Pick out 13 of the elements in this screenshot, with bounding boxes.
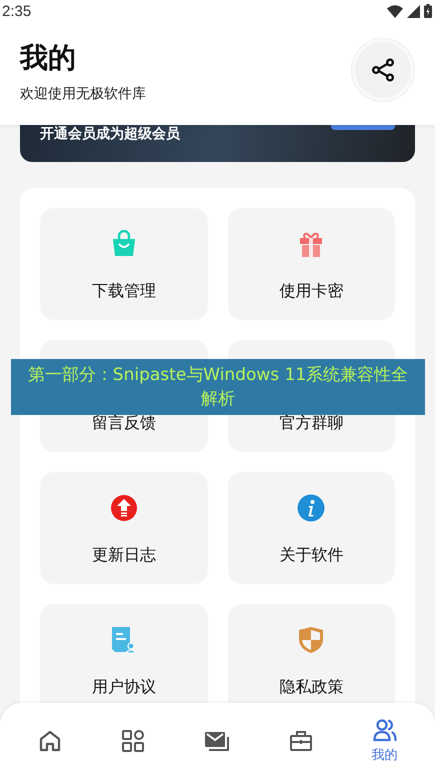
page-subtitle: 欢迎使用无极软件库 [20, 84, 146, 102]
status-time: 2:35 [2, 2, 32, 20]
menu-label: 官方群聊 [279, 413, 344, 434]
menu-label: 留言反馈 [92, 413, 156, 434]
vip-text: 开通会员成为超级会员 [40, 125, 180, 143]
caption-text: 第一部分：Snipaste与Windows 11系统兼容性全解析 [28, 365, 408, 409]
menu-label: 关于软件 [279, 545, 344, 566]
page-title: 我的 [20, 40, 77, 76]
menu-label: 使用卡密 [279, 281, 344, 302]
menu-label: 隐私政策 [279, 677, 344, 698]
menu-label: 下载管理 [92, 281, 156, 302]
menu-label: 用户协议 [92, 677, 156, 698]
menu-label: 更新日志 [92, 545, 156, 566]
